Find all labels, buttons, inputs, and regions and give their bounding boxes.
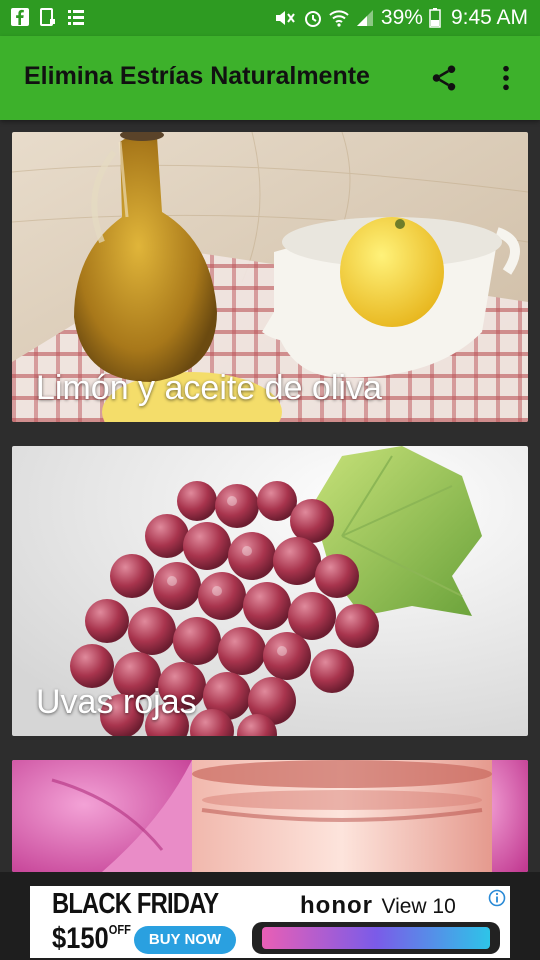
ad-brand: honor View 10	[300, 892, 456, 919]
alarm-icon	[304, 11, 321, 27]
status-left-icons	[10, 7, 86, 27]
battery-icon	[429, 8, 441, 28]
mute-icon	[275, 11, 295, 25]
remedy-card[interactable]: Limón y aceite de oliva	[12, 132, 528, 422]
ad-creative[interactable]: BLACK FRIDAY $150OFF BUY NOW honor View …	[30, 886, 510, 958]
more-vert-icon	[503, 65, 509, 91]
overflow-menu-button[interactable]	[486, 58, 526, 98]
remedy-card[interactable]	[12, 760, 528, 872]
app-title: Elimina Estrías Naturalmente	[24, 62, 370, 90]
buy-now-button[interactable]: BUY NOW	[134, 926, 236, 954]
status-bar: 39% 9:45 AM	[0, 0, 540, 36]
ad-banner: BLACK FRIDAY $150OFF BUY NOW honor View …	[0, 872, 540, 960]
status-right: 39% 9:45 AM	[273, 0, 528, 36]
battery-percent: 39%	[380, 6, 423, 29]
list-icon	[68, 10, 84, 25]
info-icon[interactable]	[488, 889, 506, 907]
signal-icon	[356, 10, 373, 26]
rose-petals-image	[12, 760, 528, 872]
facebook-icon	[11, 8, 29, 26]
card-title: Limón y aceite de oliva	[36, 369, 382, 407]
share-icon	[432, 65, 456, 91]
app-bar: Elimina Estrías Naturalmente	[0, 36, 540, 120]
remedy-card[interactable]: Uvas rojas	[12, 446, 528, 736]
status-time: 9:45 AM	[450, 6, 528, 29]
clipboard-icon	[40, 8, 55, 26]
ad-headline: BLACK FRIDAY	[52, 888, 219, 920]
ad-price: $150OFF	[52, 922, 131, 955]
phone-image	[252, 922, 500, 954]
card-title: Uvas rojas	[36, 683, 197, 721]
share-button[interactable]	[424, 58, 464, 98]
wifi-icon	[329, 10, 349, 27]
